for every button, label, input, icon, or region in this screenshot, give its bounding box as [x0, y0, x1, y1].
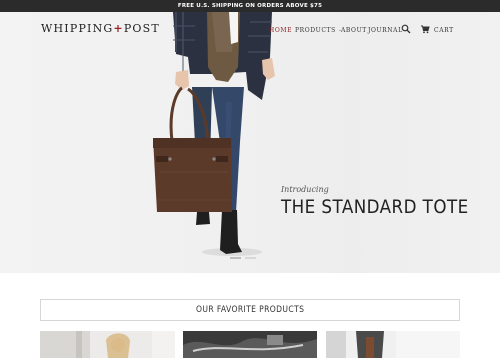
- nav-link-cart[interactable]: CART: [434, 27, 454, 34]
- announcement-text: FREE U.S. SHIPPING ON ORDERS ABOVE $75: [177, 3, 323, 9]
- nav-item-home[interactable]: HOME: [269, 25, 292, 35]
- nav-link-products[interactable]: PRODUCTS: [295, 27, 336, 34]
- product-card-2[interactable]: [183, 331, 317, 358]
- nav-link-about[interactable]: ABOUT: [341, 27, 367, 34]
- nav-item-about[interactable]: ABOUT: [341, 25, 367, 35]
- brand-name-left: WHIPPING: [41, 22, 114, 35]
- product-image-1: [40, 331, 175, 358]
- product-card-3[interactable]: [326, 331, 460, 358]
- cart-icon[interactable]: [420, 24, 430, 34]
- nav-item-products[interactable]: PRODUCTS ⌄: [295, 25, 342, 35]
- product-card-1[interactable]: [40, 331, 175, 358]
- hero-intro: Introducing: [281, 185, 329, 194]
- slider-dot-2[interactable]: [245, 257, 256, 259]
- section-title: OUR FAVORITE PRODUCTS: [195, 305, 305, 315]
- brand-logo[interactable]: WHIPPING+POST: [41, 22, 160, 35]
- product-image-3: [326, 331, 460, 358]
- announcement-bar: FREE U.S. SHIPPING ON ORDERS ABOVE $75: [0, 0, 500, 12]
- brand-name-right: POST: [123, 22, 160, 35]
- nav-link-journal[interactable]: JOURNAL: [368, 27, 403, 34]
- hero-headline[interactable]: THE STANDARD TOTE: [281, 196, 469, 218]
- product-image-2: [183, 331, 317, 358]
- slider-pagination: [230, 257, 256, 259]
- featured-products-header: OUR FAVORITE PRODUCTS: [40, 299, 460, 321]
- nav-link-home[interactable]: HOME: [269, 27, 292, 34]
- hero-banner[interactable]: WHIPPING+POST HOME PRODUCTS ⌄ ABOUT JOUR…: [0, 12, 500, 273]
- nav-item-journal[interactable]: JOURNAL: [368, 25, 403, 35]
- nav-item-cart[interactable]: CART: [434, 25, 454, 35]
- search-icon[interactable]: [401, 24, 411, 34]
- slider-dot-1[interactable]: [230, 257, 241, 259]
- hero-image: [153, 12, 275, 256]
- brand-plus: +: [113, 22, 124, 35]
